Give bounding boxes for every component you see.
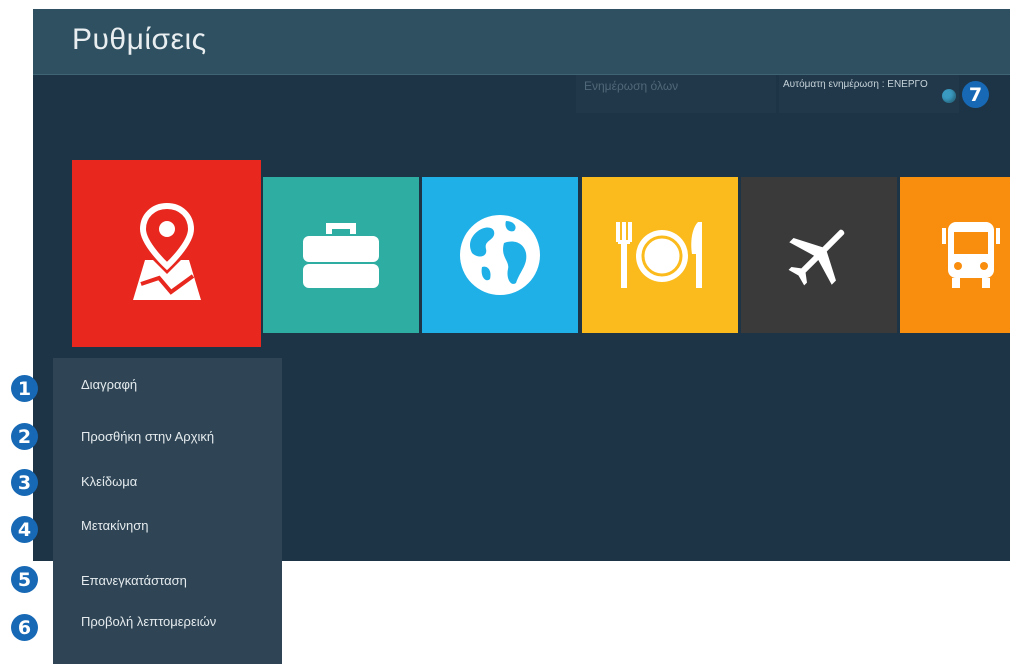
auto-update-indicator-icon: [942, 89, 956, 103]
menu-item-lock[interactable]: Κλείδωμα: [81, 474, 137, 489]
callout-badge: 1: [11, 375, 38, 402]
menu-item-add-to-home[interactable]: Προσθήκη στην Αρχική: [81, 429, 214, 444]
fork-plate-knife-icon: [616, 222, 702, 288]
map-pin-icon: [132, 202, 201, 300]
callout-badge: 5: [11, 566, 38, 593]
app-tile-airplane[interactable]: [741, 177, 897, 333]
callout-badge: 4: [11, 516, 38, 543]
callout-badge: 6: [11, 614, 38, 641]
callout-badge: 7: [962, 81, 989, 108]
menu-item-reinstall[interactable]: Επανεγκατάσταση: [81, 573, 187, 588]
callout-badge: 3: [11, 469, 38, 496]
callout-badge: 2: [11, 423, 38, 450]
briefcase-icon: [303, 223, 379, 288]
auto-update-toggle[interactable]: Αυτόματη ενημέρωση : ΕΝΕΡΓΟ: [779, 75, 959, 113]
page-title: Ρυθμίσεις: [72, 23, 207, 56]
header-bar: Ρυθμίσεις: [33, 9, 1010, 75]
globe-icon: [460, 215, 540, 295]
bus-icon: [942, 222, 1000, 288]
app-tile-bus[interactable]: [900, 177, 1010, 333]
update-all-button[interactable]: Ενημέρωση όλων: [576, 75, 776, 113]
app-tile-dining[interactable]: [582, 177, 738, 333]
menu-item-delete[interactable]: Διαγραφή: [81, 377, 137, 392]
app-tile-map[interactable]: [72, 160, 261, 347]
airplane-icon: [788, 229, 845, 286]
app-tile-briefcase[interactable]: [263, 177, 419, 333]
context-menu: Διαγραφή Προσθήκη στην Αρχική Κλείδωμα Μ…: [53, 358, 282, 664]
app-tile-globe[interactable]: [422, 177, 578, 333]
menu-item-move[interactable]: Μετακίνηση: [81, 518, 148, 533]
menu-item-view-details[interactable]: Προβολή λεπτομερειών: [81, 614, 216, 629]
